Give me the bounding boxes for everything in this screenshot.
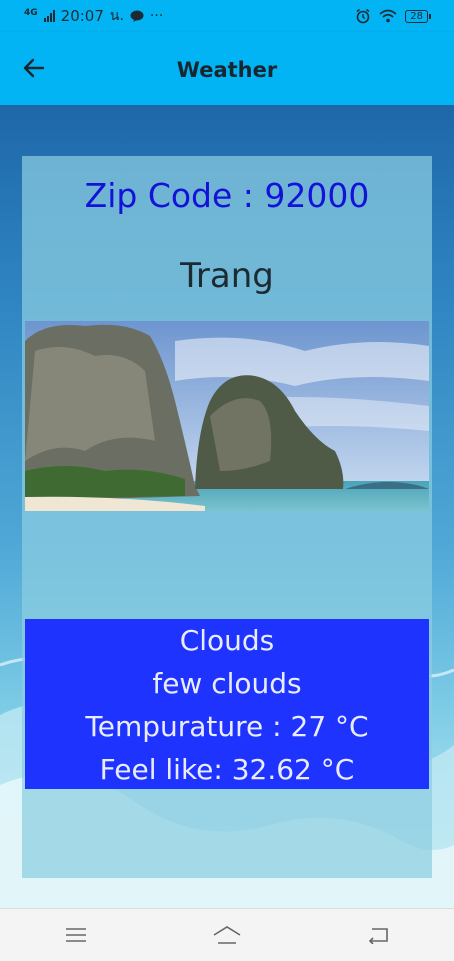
battery-icon: 28 xyxy=(405,9,431,23)
app-bar: Weather xyxy=(0,32,454,105)
home-icon xyxy=(213,926,241,944)
signal-icon xyxy=(43,10,55,22)
wifi-icon xyxy=(379,9,397,23)
home-button[interactable] xyxy=(207,915,247,955)
menu-button[interactable] xyxy=(56,915,96,955)
city-name: Trang xyxy=(180,256,274,296)
status-bar: 4G 20:07 น. ··· 28 xyxy=(0,0,454,32)
menu-icon xyxy=(65,928,86,942)
back-nav-icon xyxy=(369,928,389,944)
status-time: 20:07 xyxy=(60,7,104,25)
more-indicator: ··· xyxy=(149,8,164,24)
weather-card: Zip Code : 92000 Trang Clouds few clouds… xyxy=(22,156,432,878)
alarm-icon xyxy=(356,8,370,24)
line-app-icon xyxy=(130,10,144,22)
temperature-label: Tempurature : 27 °C xyxy=(85,710,369,743)
battery-level: 28 xyxy=(410,10,423,22)
page-title: Weather xyxy=(176,58,278,82)
back-nav-button[interactable] xyxy=(358,915,398,955)
city-photo xyxy=(25,321,429,511)
network-type: 4G xyxy=(24,7,38,18)
feels-like-label: Feel like: 32.62 °C xyxy=(99,753,355,786)
status-left: 4G 20:07 น. ··· xyxy=(24,5,163,27)
status-right: 28 xyxy=(355,8,431,24)
weather-info-panel: Clouds few clouds Tempurature : 27 °C Fe… xyxy=(25,619,429,789)
system-nav-bar xyxy=(0,908,454,961)
weather-main: Clouds xyxy=(179,624,275,657)
zip-code-label: Zip Code : 92000 xyxy=(84,176,370,215)
weather-description: few clouds xyxy=(152,667,302,700)
carrier-text: น. xyxy=(109,8,124,24)
